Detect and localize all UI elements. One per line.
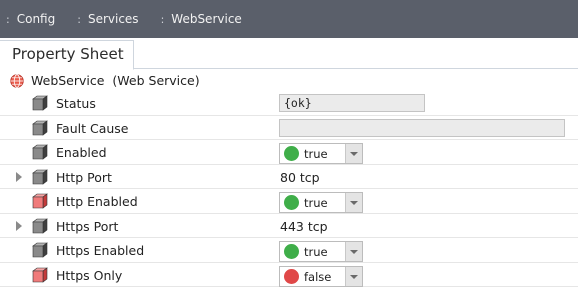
property-row-status: Status {ok} xyxy=(0,91,578,116)
breadcrumb-label: Services xyxy=(87,12,139,26)
select-value: true xyxy=(304,147,328,161)
tab-strip: Property Sheet xyxy=(0,38,578,70)
property-name: Http Port xyxy=(56,169,112,185)
boolean-select[interactable]: true xyxy=(279,241,363,262)
select-value: true xyxy=(304,196,328,210)
breadcrumb-item-config[interactable]: : Config xyxy=(6,12,55,26)
property-row-http-enabled: Http Enabled true xyxy=(0,189,578,214)
slot-cube-icon xyxy=(32,144,48,160)
status-dot-icon xyxy=(284,146,299,161)
property-row-fault-cause: Fault Cause xyxy=(0,116,578,140)
dropdown-arrow-icon[interactable] xyxy=(345,193,362,212)
property-name: Status xyxy=(56,96,96,111)
component-type: (Web Service) xyxy=(112,73,200,88)
property-value: 80 tcp xyxy=(280,169,320,185)
slot-cube-icon xyxy=(32,242,48,258)
slot-cube-icon xyxy=(32,119,48,136)
property-name: Https Enabled xyxy=(56,243,145,258)
breadcrumb-bar: : Config : Services : WebService xyxy=(0,0,578,38)
slot-cube-icon xyxy=(32,266,48,283)
dropdown-arrow-icon[interactable] xyxy=(345,242,362,261)
breadcrumb-label: WebService xyxy=(171,12,242,26)
status-dot-icon xyxy=(284,195,299,210)
component-name: WebService xyxy=(31,73,105,88)
boolean-select[interactable]: true xyxy=(279,192,363,213)
property-row-https-port: Https Port 443 tcp xyxy=(0,214,578,238)
breadcrumb-item-services[interactable]: : Services xyxy=(77,12,138,26)
status-dot-icon xyxy=(284,244,299,259)
property-row-enabled: Enabled true xyxy=(0,140,578,165)
breadcrumb-separator: : xyxy=(77,12,81,26)
dropdown-arrow-icon[interactable] xyxy=(345,144,362,163)
globe-icon xyxy=(10,74,24,88)
select-value: true xyxy=(304,245,328,259)
property-value-field xyxy=(279,118,565,137)
property-row-https-only: Https Only false xyxy=(0,263,578,287)
slot-cube-icon xyxy=(32,217,48,234)
breadcrumb-label: Config xyxy=(16,12,56,26)
tab-property-sheet[interactable]: Property Sheet xyxy=(0,40,134,70)
property-value-field: {ok} xyxy=(279,94,425,112)
slot-cube-icon xyxy=(32,168,48,185)
component-title[interactable]: WebService (Web Service) xyxy=(31,73,200,88)
expand-arrow-icon[interactable] xyxy=(16,171,22,182)
property-name: Https Port xyxy=(56,218,119,234)
property-name: Http Enabled xyxy=(56,194,138,209)
select-value: false xyxy=(304,269,332,284)
boolean-select[interactable]: false xyxy=(279,265,363,287)
breadcrumb-separator: : xyxy=(6,12,10,26)
property-name: Enabled xyxy=(56,145,107,160)
slot-cube-icon xyxy=(32,193,48,209)
property-name: Fault Cause xyxy=(56,120,129,136)
property-row-http-port: Http Port 80 tcp xyxy=(0,165,578,189)
slot-cube-icon xyxy=(32,95,48,111)
status-dot-icon xyxy=(284,268,299,284)
dropdown-arrow-icon[interactable] xyxy=(345,266,362,286)
expand-arrow-icon[interactable] xyxy=(16,220,22,231)
boolean-select[interactable]: true xyxy=(279,143,363,164)
property-row-https-enabled: Https Enabled true xyxy=(0,238,578,263)
property-name: Https Only xyxy=(56,267,123,283)
breadcrumb-item-webservice[interactable]: : WebService xyxy=(161,12,242,26)
property-value: 443 tcp xyxy=(280,218,328,234)
breadcrumb-separator: : xyxy=(160,12,165,26)
